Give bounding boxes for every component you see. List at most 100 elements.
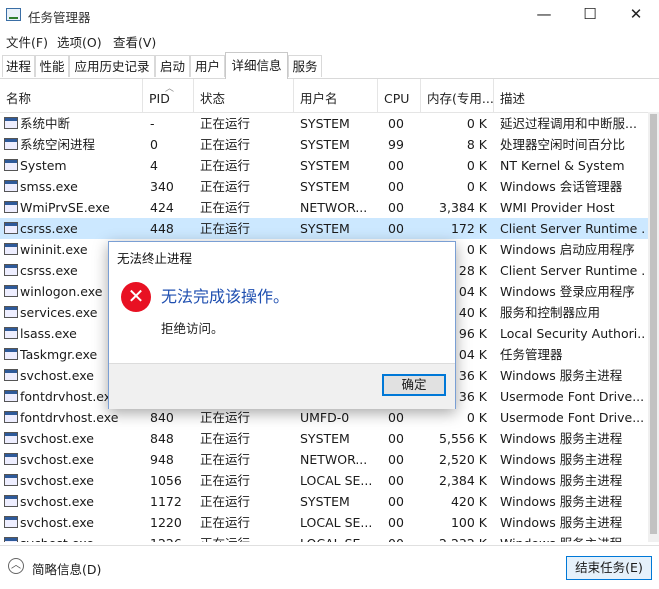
cell-status: 正在运行: [200, 200, 251, 215]
cell-memory: 5,556 K: [439, 431, 487, 446]
tab-processes[interactable]: 进程: [2, 55, 35, 77]
table-row[interactable]: WmiPrvSE.exe 424 正在运行 NETWOR... 00 3,384 K WMI…: [0, 197, 648, 218]
cell-name: svchost.exe: [20, 452, 94, 467]
table-row[interactable]: svchost.exe 948 正在运行 NETWOR... 00 2,520 K Wind…: [0, 449, 648, 470]
menu-file[interactable]: 文件(F): [6, 32, 48, 51]
process-window-icon: [4, 390, 18, 402]
cell-description: 服务和控制器应用: [500, 305, 601, 320]
cell-pid: 1172: [150, 494, 182, 509]
column-cpu[interactable]: CPU: [378, 79, 421, 112]
cell-name: WmiPrvSE.exe: [20, 200, 110, 215]
cell-cpu: 00: [388, 410, 404, 425]
cell-name: svchost.exe: [20, 515, 94, 530]
cell-cpu: 99: [388, 137, 404, 152]
table-row[interactable]: csrss.exe 448 正在运行 SYSTEM 00 172 K Client Serv…: [0, 218, 648, 239]
cell-pid: 448: [150, 221, 174, 236]
column-username[interactable]: 用户名: [294, 79, 378, 112]
process-window-icon: [4, 243, 18, 255]
window-title: 任务管理器: [28, 10, 91, 25]
dialog-detail: 拒绝访问。: [161, 321, 224, 336]
tab-details[interactable]: 详细信息: [225, 52, 288, 79]
cell-cpu: 00: [388, 116, 404, 131]
table-row[interactable]: svchost.exe 1056 正在运行 LOCAL SE... 00 2,384 K W…: [0, 470, 648, 491]
cell-memory: 2,520 K: [439, 452, 487, 467]
table-row[interactable]: System 4 正在运行 SYSTEM 00 0 K NT Kernel & System: [0, 155, 648, 176]
table-row[interactable]: svchost.exe 1220 正在运行 LOCAL SE... 00 100 K Win…: [0, 512, 648, 533]
cell-cpu: 00: [388, 200, 404, 215]
tab-services[interactable]: 服务: [288, 55, 322, 77]
cell-name: svchost.exe: [20, 473, 94, 488]
cell-memory: 0 K: [466, 179, 487, 194]
cell-name: svchost.exe: [20, 533, 144, 542]
footer-bar: ︿ 简略信息(D) 结束任务(E): [0, 545, 659, 589]
table-row[interactable]: svchost.exe 1172 正在运行 SYSTEM 00 420 K Windows …: [0, 491, 648, 512]
menu-view[interactable]: 查看(V): [113, 32, 156, 51]
cell-pid: 1056: [150, 473, 182, 488]
tab-users[interactable]: 用户: [190, 55, 225, 77]
cell-name: smss.exe: [20, 179, 78, 194]
menu-options[interactable]: 选项(O): [57, 32, 102, 51]
cell-username: SYSTEM: [300, 158, 350, 173]
cell-status: 正在运行: [200, 473, 251, 488]
fewer-details-link[interactable]: 简略信息(D): [32, 559, 101, 578]
table-row[interactable]: 系统中断 - 正在运行 SYSTEM 00 0 K 延迟过程调用和中断服...: [0, 113, 648, 134]
process-window-icon: [4, 117, 18, 129]
cell-pid: 848: [150, 431, 174, 446]
process-window-icon: [4, 306, 18, 318]
cell-name: System: [20, 158, 67, 173]
process-window-icon: [4, 222, 18, 234]
cell-cpu: 00: [388, 533, 418, 542]
process-window-icon: [4, 369, 18, 381]
process-window-icon: [4, 138, 18, 150]
cell-name: 系统空闲进程: [20, 137, 96, 152]
cell-pid: -: [150, 116, 155, 131]
table-row[interactable]: svchost.exe 1226 正在运行 LOCAL SE... 002,232 K W…: [0, 533, 648, 542]
tab-app-history[interactable]: 应用历史记录: [69, 55, 155, 77]
column-status[interactable]: 状态: [194, 79, 294, 112]
cell-name: fontdrvhost.exe: [20, 410, 119, 425]
end-task-button[interactable]: 结束任务(E): [566, 556, 652, 580]
vertical-scrollbar[interactable]: [648, 112, 659, 542]
column-name[interactable]: 名称: [0, 79, 143, 112]
cell-status: 正在运行: [200, 137, 251, 152]
column-memory[interactable]: 内存(专用...: [421, 79, 494, 112]
cell-username: LOCAL SE...: [300, 473, 373, 488]
cell-status: 正在运行: [200, 515, 251, 530]
table-row[interactable]: svchost.exe 848 正在运行 SYSTEM 00 5,556 K Windows…: [0, 428, 648, 449]
cell-memory: 420 K: [450, 494, 487, 509]
tab-performance[interactable]: 性能: [35, 55, 69, 77]
column-description[interactable]: 描述: [494, 79, 648, 112]
cell-description: Windows 服务主进程: [500, 368, 623, 383]
table-row[interactable]: smss.exe 340 正在运行 SYSTEM 00 0 K Windows 会话管理器: [0, 176, 648, 197]
cell-description: Client Server Runtime ...: [500, 263, 646, 278]
cell-cpu: 00: [388, 494, 404, 509]
cell-memory: 8 K: [466, 137, 487, 152]
cell-name: svchost.exe: [20, 494, 94, 509]
cell-username: NETWOR...: [300, 452, 368, 467]
cell-cpu: 00: [388, 431, 404, 446]
cell-cpu: 00: [388, 179, 404, 194]
cell-description: Windows 服务主进程: [500, 515, 623, 530]
minimize-button[interactable]: —: [521, 0, 567, 30]
cell-description: Client Server Runtime ...: [500, 221, 646, 236]
ok-button[interactable]: 确定: [382, 374, 446, 396]
tab-startup[interactable]: 启动: [155, 55, 190, 77]
cell-description: 处理器空闲时间百分比: [500, 137, 626, 152]
column-pid[interactable]: PID: [143, 79, 194, 112]
process-window-icon: [4, 201, 18, 213]
cell-status: 正在运行: [200, 221, 251, 236]
maximize-button[interactable]: ☐: [567, 0, 613, 30]
table-row[interactable]: 系统空闲进程 0 正在运行 SYSTEM 99 8 K 处理器空闲时间百分比: [0, 134, 648, 155]
cell-memory: 0 K: [466, 410, 487, 425]
task-manager-icon: [6, 8, 21, 21]
scrollbar-thumb[interactable]: [650, 114, 657, 534]
process-window-icon: [4, 474, 18, 486]
chevron-up-icon[interactable]: ︿: [8, 558, 24, 574]
process-window-icon: [4, 348, 18, 360]
cell-description: WMI Provider Host: [500, 200, 615, 215]
cell-description: Windows 登录应用程序: [500, 284, 635, 299]
process-window-icon: [4, 495, 18, 507]
cell-cpu: 00: [388, 473, 404, 488]
close-button[interactable]: ✕: [613, 0, 659, 30]
table-row[interactable]: fontdrvhost.exe 840 正在运行 UMFD-0 00 0 K Usermod…: [0, 407, 648, 428]
